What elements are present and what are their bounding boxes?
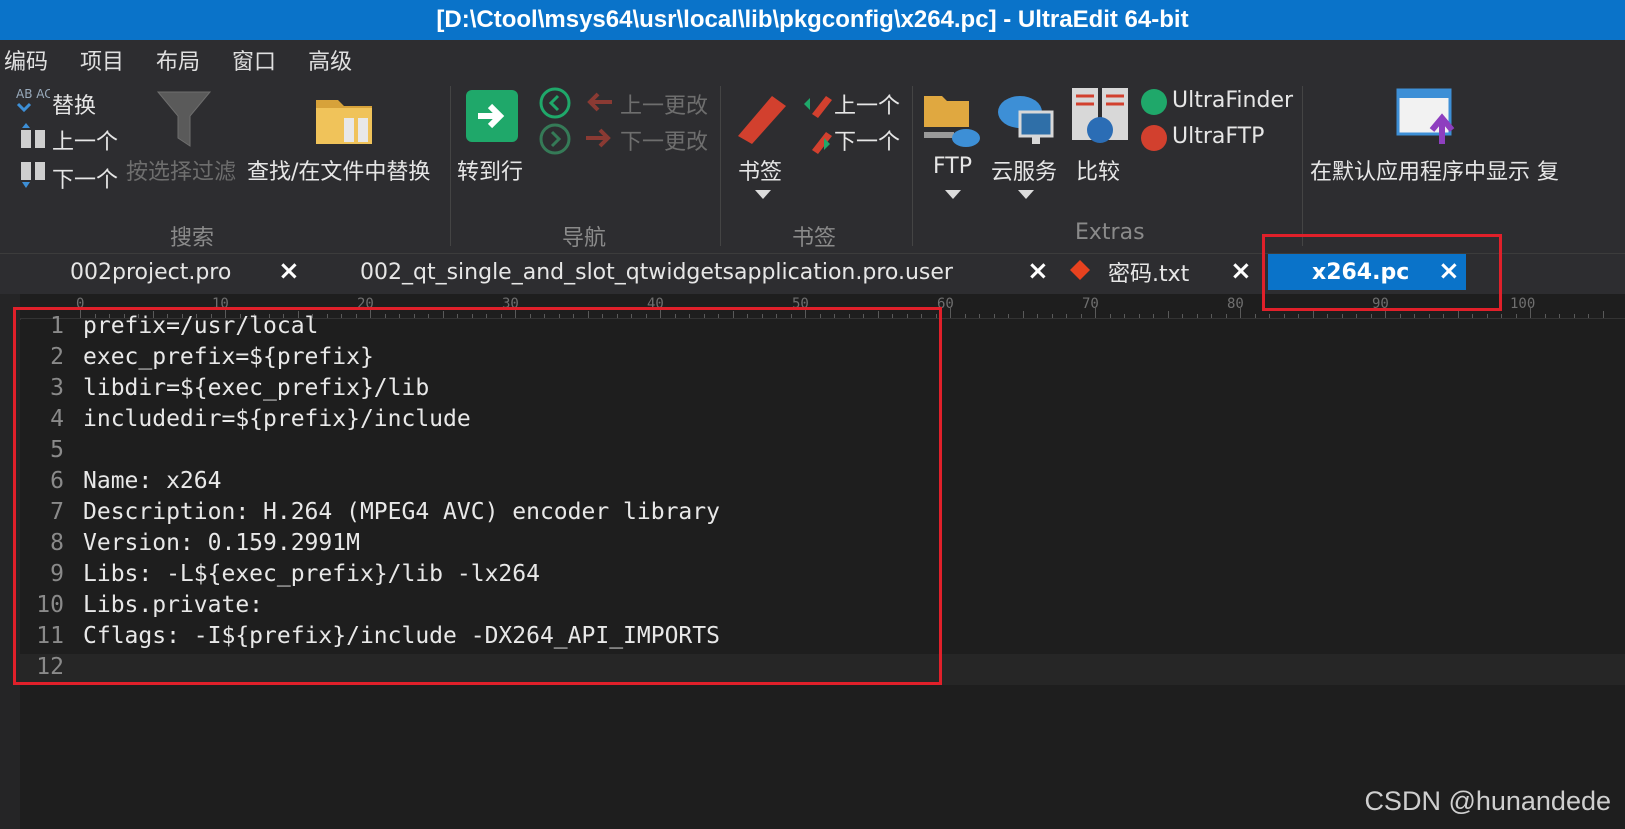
filter-icon <box>156 91 212 147</box>
tab-pro-user[interactable]: 002_qt_single_and_slot_qtwidgetsapplicat… <box>360 254 1020 290</box>
show-in-default-app-button[interactable]: 在默认应用程序中显示 复 <box>1310 154 1559 186</box>
ruler-number: 100 <box>1510 296 1536 312</box>
compare-button[interactable]: 比较 <box>1076 154 1120 186</box>
search-prev-button[interactable]: 上一个 <box>52 124 118 156</box>
ultraftp-button[interactable]: UltraFTP <box>1172 124 1264 149</box>
modified-diamond-icon <box>1070 260 1090 280</box>
tab-label: 002project.pro <box>70 259 232 285</box>
ribbon-separator <box>912 86 913 246</box>
cloud-services-button[interactable]: 云服务 <box>991 154 1057 186</box>
highlight-box-tab <box>1262 234 1502 311</box>
ribbon-separator <box>450 86 451 246</box>
nav-forward-icon <box>539 123 571 155</box>
ribbon-separator <box>1302 86 1303 246</box>
highlight-box-editor <box>13 307 942 685</box>
svg-text:AB AC: AB AC <box>16 87 50 101</box>
bookmark-icon <box>738 96 786 144</box>
close-icon[interactable]: × <box>1230 256 1252 286</box>
group-label-bookmark: 书签 <box>792 226 837 251</box>
close-icon[interactable]: × <box>278 256 300 286</box>
find-in-files-button[interactable]: 查找/在文件中替换 <box>247 154 430 186</box>
menu-project[interactable]: 项目 <box>80 44 124 76</box>
ultrafinder-icon <box>1141 89 1167 115</box>
ribbon: AB AC 替换 上一个 下一个 按选择过滤 查找/在文件中替换 搜索 转到行 <box>0 80 1625 254</box>
nav-back-icon <box>539 87 571 119</box>
tab-label: 密码.txt <box>1108 262 1190 287</box>
window-title: [D:\Ctool\msys64\usr\local\lib\pkgconfig… <box>0 0 1625 40</box>
menu-layout[interactable]: 布局 <box>156 44 200 76</box>
filter-selection-button[interactable]: 按选择过滤 <box>126 154 236 186</box>
next-change-arrow-icon <box>586 128 611 148</box>
watermark: CSDN @hunandede <box>1364 786 1611 816</box>
menu-bar: 编码 项目 布局 窗口 高级 <box>0 40 1625 80</box>
goto-line-icon <box>466 90 518 142</box>
goto-line-button[interactable]: 转到行 <box>457 154 523 186</box>
replace-icon: AB AC <box>16 87 50 113</box>
bookmark-next-button[interactable]: 下一个 <box>834 124 900 156</box>
binoculars-down-icon <box>21 162 45 188</box>
ftp-button[interactable]: FTP <box>933 154 972 179</box>
ultrafinder-button[interactable]: UltraFinder <box>1172 88 1293 113</box>
ultraftp-icon <box>1141 125 1167 151</box>
bookmark-dropdown-icon[interactable] <box>755 190 771 199</box>
bookmark-prev-button[interactable]: 上一个 <box>834 88 900 120</box>
next-change-button[interactable]: 下一更改 <box>620 124 708 156</box>
compare-icon <box>1072 88 1128 143</box>
group-label-navigation: 导航 <box>562 226 607 251</box>
prev-change-arrow-icon <box>587 92 612 112</box>
search-next-button[interactable]: 下一个 <box>52 162 118 194</box>
binoculars-up-icon <box>21 123 45 148</box>
menu-window[interactable]: 窗口 <box>232 44 276 76</box>
menu-advanced[interactable]: 高级 <box>308 44 352 76</box>
close-icon[interactable]: × <box>1027 256 1049 286</box>
ruler-number: 80 <box>1227 296 1244 312</box>
bookmark-next-icon <box>812 132 832 154</box>
group-label-extras: Extras <box>1075 220 1145 245</box>
tab-password-txt[interactable]: 密码.txt <box>1108 254 1218 290</box>
bookmark-button[interactable]: 书签 <box>738 154 782 186</box>
tab-label: 002_qt_single_and_slot_qtwidgetsapplicat… <box>360 259 953 285</box>
find-in-files-icon <box>316 100 372 144</box>
menu-encoding[interactable]: 编码 <box>4 44 48 76</box>
group-label-search: 搜索 <box>170 226 215 251</box>
ribbon-separator <box>720 86 721 246</box>
replace-button[interactable]: 替换 <box>52 88 96 120</box>
open-default-app-icon <box>1396 88 1455 144</box>
tab-002project[interactable]: 002project.pro <box>70 254 310 290</box>
ruler-number: 70 <box>1082 296 1099 312</box>
cloud-dropdown-icon[interactable] <box>1018 190 1034 199</box>
ftp-folder-icon <box>924 96 980 147</box>
bookmark-prev-icon <box>804 96 832 118</box>
cloud-services-icon <box>998 96 1054 144</box>
ftp-dropdown-icon[interactable] <box>945 190 961 199</box>
prev-change-button[interactable]: 上一更改 <box>620 88 708 120</box>
